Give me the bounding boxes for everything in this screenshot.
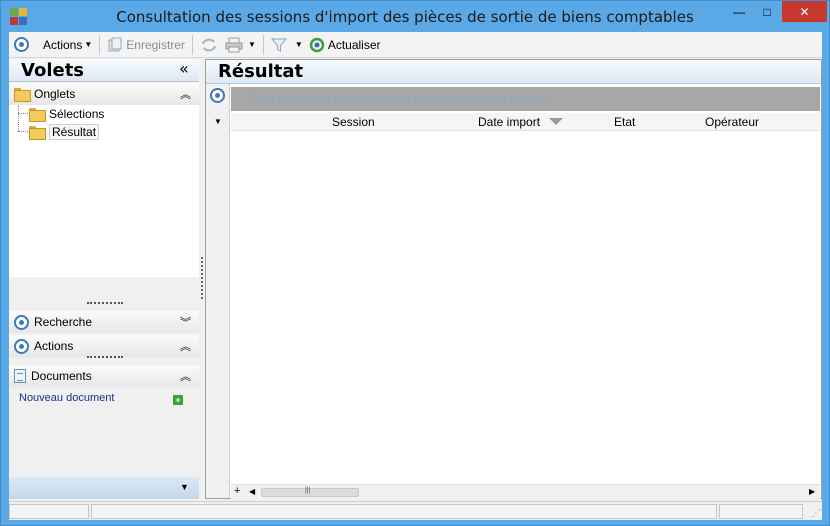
pane-resize-grip[interactable] (87, 302, 123, 305)
thumb-grip-icon: ||| (305, 487, 311, 494)
save-label: Enregistrer (126, 37, 185, 52)
tree-connector (18, 131, 28, 132)
section-actions-label: Actions (34, 339, 74, 353)
sort-indicator-icon (549, 118, 563, 125)
row-menu-arrow-icon[interactable]: ▼ (214, 117, 222, 126)
print-button[interactable]: ▼ (221, 34, 259, 56)
folder-icon (14, 88, 31, 102)
client-area: Actions ▼ Enregistrer ▼ ▼ Actualiser Vol… (9, 32, 822, 520)
sync-icon (201, 38, 216, 51)
title-bar[interactable]: Consultation des sessions d'import des p… (1, 1, 829, 31)
section-actions[interactable]: Actions ︽ (9, 335, 199, 357)
group-by-hint: Faire glisser une colonne ici pour regro… (249, 93, 549, 105)
toolbar: Actions ▼ Enregistrer ▼ ▼ Actualiser (9, 32, 822, 58)
left-panes: Volets « Onglets ︽ Sélections Résultat R… (9, 59, 199, 499)
collapse-panes-icon[interactable]: « (179, 61, 189, 77)
section-recherche-label: Recherche (34, 315, 93, 329)
actions-menu-button[interactable]: Actions ▼ (40, 34, 95, 56)
scroll-left-arrow-icon[interactable]: ◀ (249, 487, 255, 496)
save-icon (108, 37, 122, 51)
refresh-icon (309, 37, 325, 52)
section-documents[interactable]: Documents ︽ (9, 365, 199, 387)
resize-grip-icon[interactable]: ⋰ (811, 508, 821, 519)
target-icon (14, 37, 29, 52)
maximize-button[interactable]: □ (753, 1, 781, 22)
chevron-down-icon: ▼ (84, 40, 93, 49)
status-cell (91, 504, 717, 519)
chevron-down-icon: ▼ (247, 40, 256, 49)
toolbar-separator (99, 34, 101, 55)
sync-button[interactable] (197, 34, 221, 56)
refresh-label: Actualiser (327, 37, 381, 52)
toolbar-home-button[interactable] (11, 34, 32, 56)
filter-icon (270, 38, 287, 52)
app-icon (10, 8, 27, 25)
grid-gutter: ▼ (206, 84, 230, 498)
result-title: Résultat (218, 61, 304, 82)
vertical-splitter[interactable] (201, 257, 203, 299)
open-folder-icon (29, 125, 46, 140)
tree-item-resultat[interactable]: Résultat (29, 123, 100, 140)
panes-title: Volets (21, 60, 85, 81)
chevron-down-icon: ▼ (294, 40, 303, 49)
horizontal-scrollbar[interactable]: + ◀ ||| ▶ (231, 484, 820, 499)
add-row-icon[interactable]: + (234, 485, 240, 497)
target-icon[interactable] (210, 88, 225, 103)
actions-menu-label: Actions (43, 37, 83, 52)
tabs-tree: Sélections Résultat (9, 105, 199, 277)
close-button[interactable]: ✕ (782, 1, 827, 22)
toolbar-separator (262, 34, 264, 55)
result-pane: Résultat ▼ Faire glisser une colonne ici… (205, 59, 822, 499)
target-icon (14, 314, 29, 330)
section-recherche[interactable]: Recherche ︾ (9, 311, 199, 333)
panes-header: Volets « (9, 59, 199, 82)
dropdown-arrow-icon[interactable]: ▼ (180, 482, 189, 492)
target-icon (14, 338, 29, 354)
application-window: Consultation des sessions d'import des p… (0, 0, 830, 526)
section-onglets[interactable]: Onglets ︽ (9, 83, 199, 105)
printer-icon (225, 37, 243, 52)
column-header-date-import[interactable]: Date import (478, 115, 540, 129)
chevron-double-up-icon[interactable]: ︽ (180, 86, 191, 102)
status-cell (9, 504, 89, 519)
status-cell (719, 504, 803, 519)
chevron-double-up-icon[interactable]: ︽ (180, 368, 191, 384)
result-header: Résultat (206, 60, 821, 84)
scroll-right-arrow-icon[interactable]: ▶ (809, 487, 815, 496)
refresh-button[interactable]: Actualiser (306, 34, 384, 56)
tree-connector (18, 113, 28, 114)
group-by-panel[interactable]: Faire glisser une colonne ici pour regro… (231, 87, 820, 111)
column-header-session[interactable]: Session (332, 115, 375, 129)
tree-item-label: Résultat (49, 123, 100, 140)
window-title: Consultation des sessions d'import des p… (116, 8, 694, 26)
chevron-double-up-icon[interactable]: ︽ (180, 338, 191, 354)
filter-button[interactable]: ▼ (268, 34, 306, 56)
save-button[interactable]: Enregistrer (104, 34, 188, 56)
new-document-link[interactable]: Nouveau document (19, 392, 114, 404)
column-header-etat[interactable]: Etat (614, 115, 635, 129)
add-document-icon[interactable]: + (173, 395, 183, 405)
folder-icon (29, 107, 46, 122)
toolbar-separator (191, 34, 193, 55)
column-headers: Session Date import Etat Opérateur (231, 113, 820, 131)
section-documents-label: Documents (31, 369, 92, 383)
status-bar: ⋰ (9, 501, 822, 520)
panes-footer: ▼ (9, 477, 199, 499)
section-onglets-label: Onglets (34, 87, 76, 101)
pane-resize-grip[interactable] (87, 356, 123, 359)
tree-item-selections[interactable]: Sélections (29, 105, 104, 122)
chevron-double-down-icon[interactable]: ︾ (180, 314, 191, 330)
column-header-operateur[interactable]: Opérateur (705, 115, 759, 129)
document-icon (14, 369, 26, 383)
tree-connector (18, 105, 19, 131)
tree-item-label: Sélections (49, 106, 105, 121)
minimize-button[interactable]: — (725, 1, 753, 22)
